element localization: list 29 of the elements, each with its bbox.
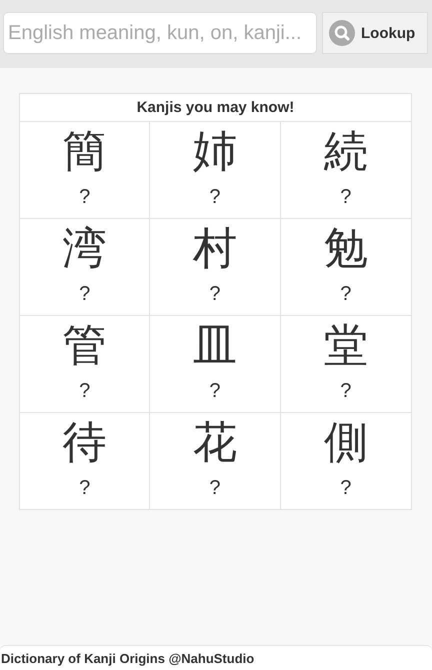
- kanji-character[interactable]: 堂: [324, 318, 368, 374]
- kanji-character[interactable]: 姉: [192, 124, 237, 180]
- kanji-meaning: ?: [209, 186, 221, 209]
- kanji-character[interactable]: 続: [324, 124, 368, 180]
- search-icon: [329, 20, 355, 46]
- footer-credit: Dictionary of Kanji Origins @NahuStudio: [0, 650, 256, 666]
- kanji-meaning: ?: [79, 283, 90, 306]
- kanji-character[interactable]: 皿: [192, 318, 237, 374]
- kanji-character[interactable]: 簡: [62, 124, 107, 180]
- kanji-character[interactable]: 管: [62, 318, 107, 374]
- kanji-meaning: ?: [340, 380, 352, 403]
- grid-title: Kanjis you may know!: [20, 94, 411, 122]
- kanji-meaning: ?: [340, 477, 352, 500]
- kanji-character[interactable]: 花: [192, 415, 237, 471]
- kanji-meaning: ?: [209, 380, 221, 403]
- kanji-character[interactable]: 待: [62, 415, 107, 471]
- kanji-character[interactable]: 側: [324, 415, 368, 471]
- kanji-meaning: ?: [79, 477, 90, 500]
- kanji-meaning: ?: [340, 186, 352, 209]
- kanji-meaning: ?: [79, 186, 90, 209]
- kanji-meaning: ?: [340, 283, 352, 306]
- kanji-character[interactable]: 勉: [324, 221, 368, 277]
- lookup-button[interactable]: Lookup: [322, 12, 428, 54]
- kanji-character[interactable]: 湾: [62, 221, 107, 277]
- search-field[interactable]: English meaning, kun, on, kanji...: [3, 12, 317, 54]
- kanji-meaning: ?: [209, 477, 221, 500]
- kanji-meaning: ?: [79, 380, 90, 403]
- kanji-meaning: ?: [209, 283, 221, 306]
- kanji-character[interactable]: 村: [192, 221, 237, 277]
